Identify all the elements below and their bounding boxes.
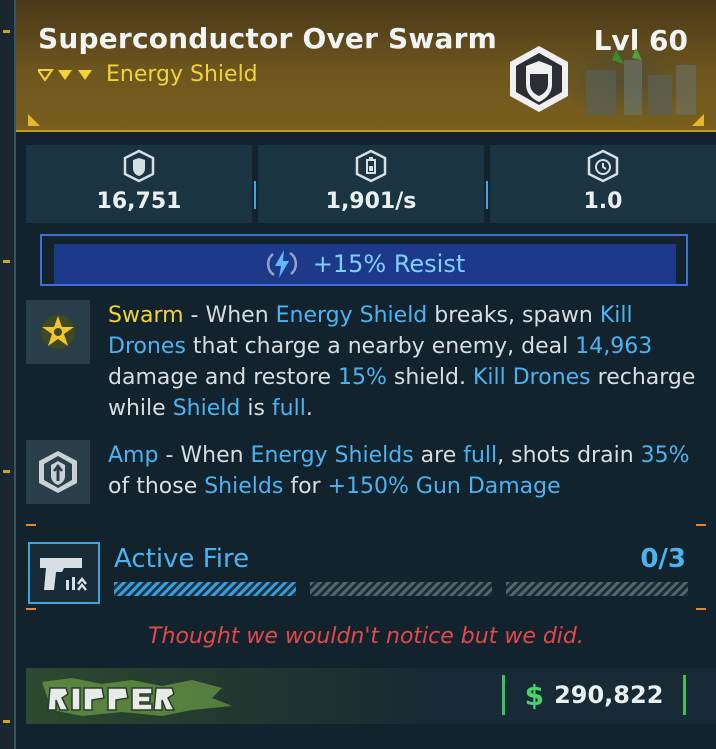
active-fire-segment-1 bbox=[114, 582, 296, 596]
resist-badge: +15% Resist bbox=[54, 244, 676, 284]
perk-amp-badge bbox=[26, 440, 90, 504]
perk-text-part: that charge a nearby enemy, deal bbox=[185, 334, 576, 359]
perk-text-part: is bbox=[240, 396, 272, 421]
perk-keyword: 15% bbox=[337, 365, 387, 390]
perk-swarm-name: Swarm bbox=[108, 303, 184, 328]
pistol-icon bbox=[40, 558, 87, 591]
perk-amp-name: Amp bbox=[108, 443, 159, 468]
price-amount: 290,822 bbox=[554, 681, 664, 709]
ripper-logo bbox=[42, 678, 232, 716]
corner-marker-icon bbox=[28, 114, 40, 126]
perk-swarm-description: Swarm - When Energy Shield breaks, spawn… bbox=[108, 300, 698, 424]
perk-text-part: of those bbox=[108, 474, 205, 499]
active-fire-segment-3 bbox=[506, 582, 688, 596]
stat-recharge-rate-value: 1,901/s bbox=[325, 189, 417, 214]
perk-keyword: Energy Shields bbox=[250, 443, 414, 468]
perk-keyword: Kill Drones bbox=[472, 365, 591, 390]
section-divider bbox=[26, 608, 706, 610]
perk-keyword: +150% Gun Damage bbox=[327, 474, 561, 499]
item-name: Superconductor Over Swarm bbox=[38, 22, 497, 55]
stat-capacity-value: 16,751 bbox=[96, 189, 182, 214]
resist-frame: +15% Resist bbox=[40, 234, 688, 286]
perk-swarm: Swarm - When Energy Shield breaks, spawn… bbox=[26, 300, 695, 421]
recharge-delay-icon bbox=[587, 149, 619, 183]
perk-text-part: , shots drain bbox=[497, 443, 641, 468]
adjacent-panel-strip bbox=[0, 0, 14, 749]
shield-capacity-icon bbox=[123, 149, 155, 183]
item-price: $ 290,822 bbox=[502, 675, 686, 715]
perk-text-part: breaks, spawn bbox=[427, 303, 600, 328]
perk-text-part: - When bbox=[183, 303, 276, 328]
stat-capacity: 16,751 bbox=[26, 145, 256, 223]
active-fire-segment-2 bbox=[310, 582, 492, 596]
stats-row: 16,751 1,901/s 1.0 bbox=[26, 145, 716, 223]
item-type-label: Energy Shield bbox=[106, 62, 258, 87]
star-icon bbox=[41, 315, 75, 349]
corner-marker-icon bbox=[692, 114, 704, 126]
stat-recharge-rate: 1,901/s bbox=[258, 145, 488, 223]
item-header: Superconductor Over Swarm Lvl 60 Energy … bbox=[16, 0, 716, 132]
perk-keyword: 35% bbox=[640, 443, 690, 468]
item-card[interactable]: Superconductor Over Swarm Lvl 60 Energy … bbox=[14, 0, 716, 749]
stat-recharge-delay: 1.0 bbox=[490, 145, 716, 223]
perk-text-part: shield. bbox=[386, 365, 473, 390]
manufacturer-art-icon bbox=[586, 48, 696, 115]
amp-shield-icon bbox=[39, 451, 77, 493]
perk-keyword: Energy Shield bbox=[275, 303, 428, 328]
section-divider bbox=[26, 524, 706, 526]
perk-text-part: - When bbox=[158, 443, 251, 468]
perk-text-part: damage and restore bbox=[108, 365, 338, 390]
stat-recharge-delay-value: 1.0 bbox=[583, 189, 623, 214]
perk-text-part: are bbox=[413, 443, 464, 468]
perk-amp: Amp - When Energy Shields are full, shot… bbox=[26, 440, 690, 504]
perk-keyword: Shield bbox=[172, 396, 241, 421]
perk-keyword: Shields bbox=[204, 474, 284, 499]
shield-emblem-icon bbox=[510, 46, 568, 112]
lightning-icon bbox=[266, 250, 297, 278]
item-footer: $ 290,822 bbox=[26, 668, 716, 724]
perk-swarm-badge bbox=[26, 300, 90, 364]
recharge-rate-icon bbox=[355, 149, 387, 183]
perk-keyword: full bbox=[463, 443, 498, 468]
perk-text-part: for bbox=[283, 474, 328, 499]
flavor-text: Thought we wouldn't notice but we did. bbox=[148, 624, 584, 649]
perk-keyword: 14,963 bbox=[575, 334, 653, 359]
resist-text: +15% Resist bbox=[312, 250, 466, 278]
perk-text-part: . bbox=[305, 396, 313, 421]
currency-icon: $ bbox=[524, 678, 545, 712]
perk-keyword: full bbox=[271, 396, 306, 421]
rarity-chevrons-icon bbox=[38, 68, 92, 82]
perk-amp-description: Amp - When Energy Shields are full, shot… bbox=[108, 440, 698, 502]
active-fire-count: 0/3 bbox=[640, 544, 686, 574]
active-fire-label: Active Fire bbox=[114, 544, 250, 574]
active-fire-badge bbox=[28, 542, 100, 604]
item-type: Energy Shield bbox=[38, 62, 258, 87]
